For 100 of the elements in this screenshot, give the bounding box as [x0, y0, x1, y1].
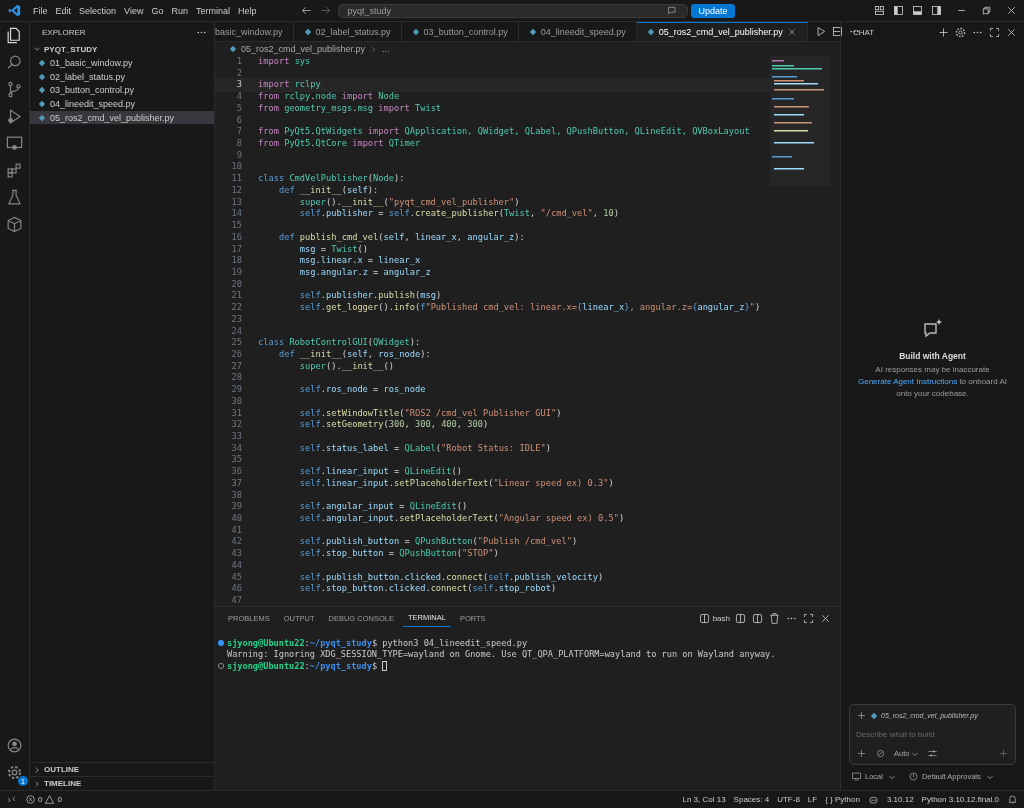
- extensions-icon[interactable]: [5, 161, 24, 180]
- section-header[interactable]: TIMELINE: [30, 776, 214, 790]
- status-item[interactable]: LF: [807, 795, 818, 804]
- menu-item[interactable]: Edit: [51, 5, 76, 16]
- tree-item[interactable]: 03_button_control.py: [30, 83, 214, 98]
- code-line: msg.angular.z = angular_z: [298, 266, 431, 279]
- folder-header[interactable]: PYQT_STUDY: [30, 42, 214, 56]
- menu-item[interactable]: View: [120, 5, 148, 16]
- monitor-icon: [851, 771, 862, 782]
- forward-arrow-icon[interactable]: [319, 4, 333, 17]
- sidebar-toggle-icon[interactable]: [892, 4, 905, 17]
- remote-icon[interactable]: [6, 794, 17, 805]
- restore-icon[interactable]: [980, 4, 993, 17]
- editor-tab[interactable]: basic_window.py: [215, 22, 294, 41]
- instructions-link[interactable]: Generate Agent Instructions: [858, 377, 958, 386]
- plus-icon[interactable]: [937, 25, 950, 39]
- sliders-icon[interactable]: [927, 748, 939, 759]
- plus-icon[interactable]: [856, 748, 867, 759]
- command-center-search[interactable]: pyqt_study: [338, 3, 689, 18]
- tree-item[interactable]: 01_basic_window.py: [30, 56, 214, 70]
- line-number: 4: [235, 91, 242, 103]
- code-line: class RobotControlGUI(QWidget):: [258, 337, 421, 349]
- tree-item-label: 01_basic_window.py: [50, 57, 133, 68]
- breadcrumb-item[interactable]: 05_ros2_cmd_vel_publisher.py: [241, 44, 366, 54]
- code-line: self.publish_button = QPushButton("Publish /cmd_vel"): [298, 536, 578, 549]
- disclaimer-text: AI responses may be inaccurate: [875, 365, 990, 374]
- tree-item[interactable]: 05_ros2_cmd_vel_publisher.py: [30, 110, 214, 125]
- editor-tab[interactable]: 03_button_control.py: [401, 22, 519, 41]
- back-arrow-icon[interactable]: [300, 4, 314, 17]
- settings-icon[interactable]: [5, 763, 24, 782]
- menu-item[interactable]: Go: [147, 5, 168, 16]
- app-logo-icon: [8, 4, 21, 17]
- maximize-icon[interactable]: [988, 25, 1001, 39]
- split-terminal-icon[interactable]: [751, 611, 764, 625]
- folder-name: PYQT_STUDY: [44, 44, 98, 54]
- editor-tab[interactable]: 04_lineedit_speed.py: [518, 22, 637, 41]
- settings-icon[interactable]: [954, 25, 967, 39]
- editor-tab[interactable]: 02_label_status.py: [293, 22, 402, 41]
- line-number: 33: [230, 431, 242, 443]
- plus-icon[interactable]: [856, 710, 867, 721]
- status-item[interactable]: Ln 3, Col 13: [682, 795, 726, 804]
- tree-item[interactable]: 02_label_status.py: [30, 69, 214, 84]
- line-number: 22: [230, 302, 242, 314]
- chevron-icon: [369, 44, 379, 54]
- code-line: self.linear_input.setPlaceholderText("Linear speed ex) 0.3"): [298, 477, 614, 490]
- secondary-sidebar-icon[interactable]: [930, 4, 943, 17]
- line-number: 28: [230, 372, 242, 385]
- line-number: 35: [230, 454, 242, 467]
- problems-indicator[interactable]: 0 0: [25, 794, 62, 805]
- close-icon[interactable]: [1005, 4, 1018, 17]
- section-header[interactable]: OUTLINE: [30, 762, 214, 776]
- run-debug-icon[interactable]: [5, 107, 24, 126]
- line-number: 3: [235, 79, 242, 92]
- code-line: self.angular_input = QLineEdit(): [298, 501, 468, 514]
- copilot-icon[interactable]: [867, 794, 879, 805]
- box-icon[interactable]: [5, 215, 24, 234]
- status-item[interactable]: 3.10.12: [886, 795, 914, 804]
- status-item[interactable]: UTF-8: [777, 795, 800, 804]
- maximize-icon[interactable]: [802, 611, 815, 625]
- status-item[interactable]: Spaces: 4: [733, 795, 770, 804]
- code-line: self.setGeometry(300, 300, 400, 300): [298, 419, 489, 431]
- editor-tab[interactable]: 05_ros2_cmd_vel_publisher.py: [636, 22, 808, 41]
- terminal-line: sjyong@Ubuntu22:~/pyqt_study$: [227, 660, 378, 671]
- source-control-icon[interactable]: [5, 80, 24, 99]
- account-icon[interactable]: [5, 736, 24, 755]
- close-icon[interactable]: [786, 27, 797, 37]
- menu-item[interactable]: Help: [233, 5, 261, 16]
- code-line: from PyQt5.QtCore import QTimer: [258, 138, 421, 150]
- python-icon: [870, 711, 878, 720]
- menu-item[interactable]: Run: [167, 5, 192, 16]
- status-item[interactable]: Python 3.10.12.final.0: [921, 795, 999, 804]
- code-line: msg = Twist(): [298, 243, 368, 256]
- panel-toggle-icon[interactable]: [911, 4, 924, 17]
- menu-item[interactable]: Terminal: [191, 5, 234, 16]
- line-number: 40: [230, 513, 242, 525]
- flask-icon[interactable]: [5, 188, 24, 207]
- line-number: 44: [230, 559, 242, 572]
- line-number: 39: [230, 501, 242, 514]
- layout-icon[interactable]: [873, 4, 886, 17]
- line-number: 23: [230, 313, 242, 326]
- line-number: 30: [230, 395, 242, 408]
- update-button[interactable]: Update: [691, 3, 735, 18]
- breadcrumb-item[interactable]: ...: [382, 44, 390, 54]
- line-number: 37: [230, 477, 242, 490]
- tools-icon[interactable]: [875, 748, 886, 759]
- status-item[interactable]: { } Python: [825, 795, 860, 804]
- new-terminal-icon[interactable]: [734, 611, 747, 625]
- line-number: 19: [230, 266, 242, 279]
- remote-explorer-icon[interactable]: [5, 134, 24, 153]
- tree-item[interactable]: 04_lineedit_speed.py: [30, 97, 214, 111]
- bell-icon[interactable]: [1007, 794, 1018, 805]
- tree-item-label: 02_label_status.py: [50, 71, 126, 82]
- terminal-cursor: [382, 660, 388, 671]
- line-number: 7: [235, 126, 242, 139]
- menu-item[interactable]: File: [29, 5, 52, 16]
- split-editor-icon[interactable]: [830, 25, 844, 38]
- trash-icon[interactable]: [768, 611, 781, 625]
- line-number: 17: [230, 243, 242, 256]
- menu-item[interactable]: Selection: [75, 5, 121, 16]
- terminal-selector[interactable]: bash: [697, 611, 730, 625]
